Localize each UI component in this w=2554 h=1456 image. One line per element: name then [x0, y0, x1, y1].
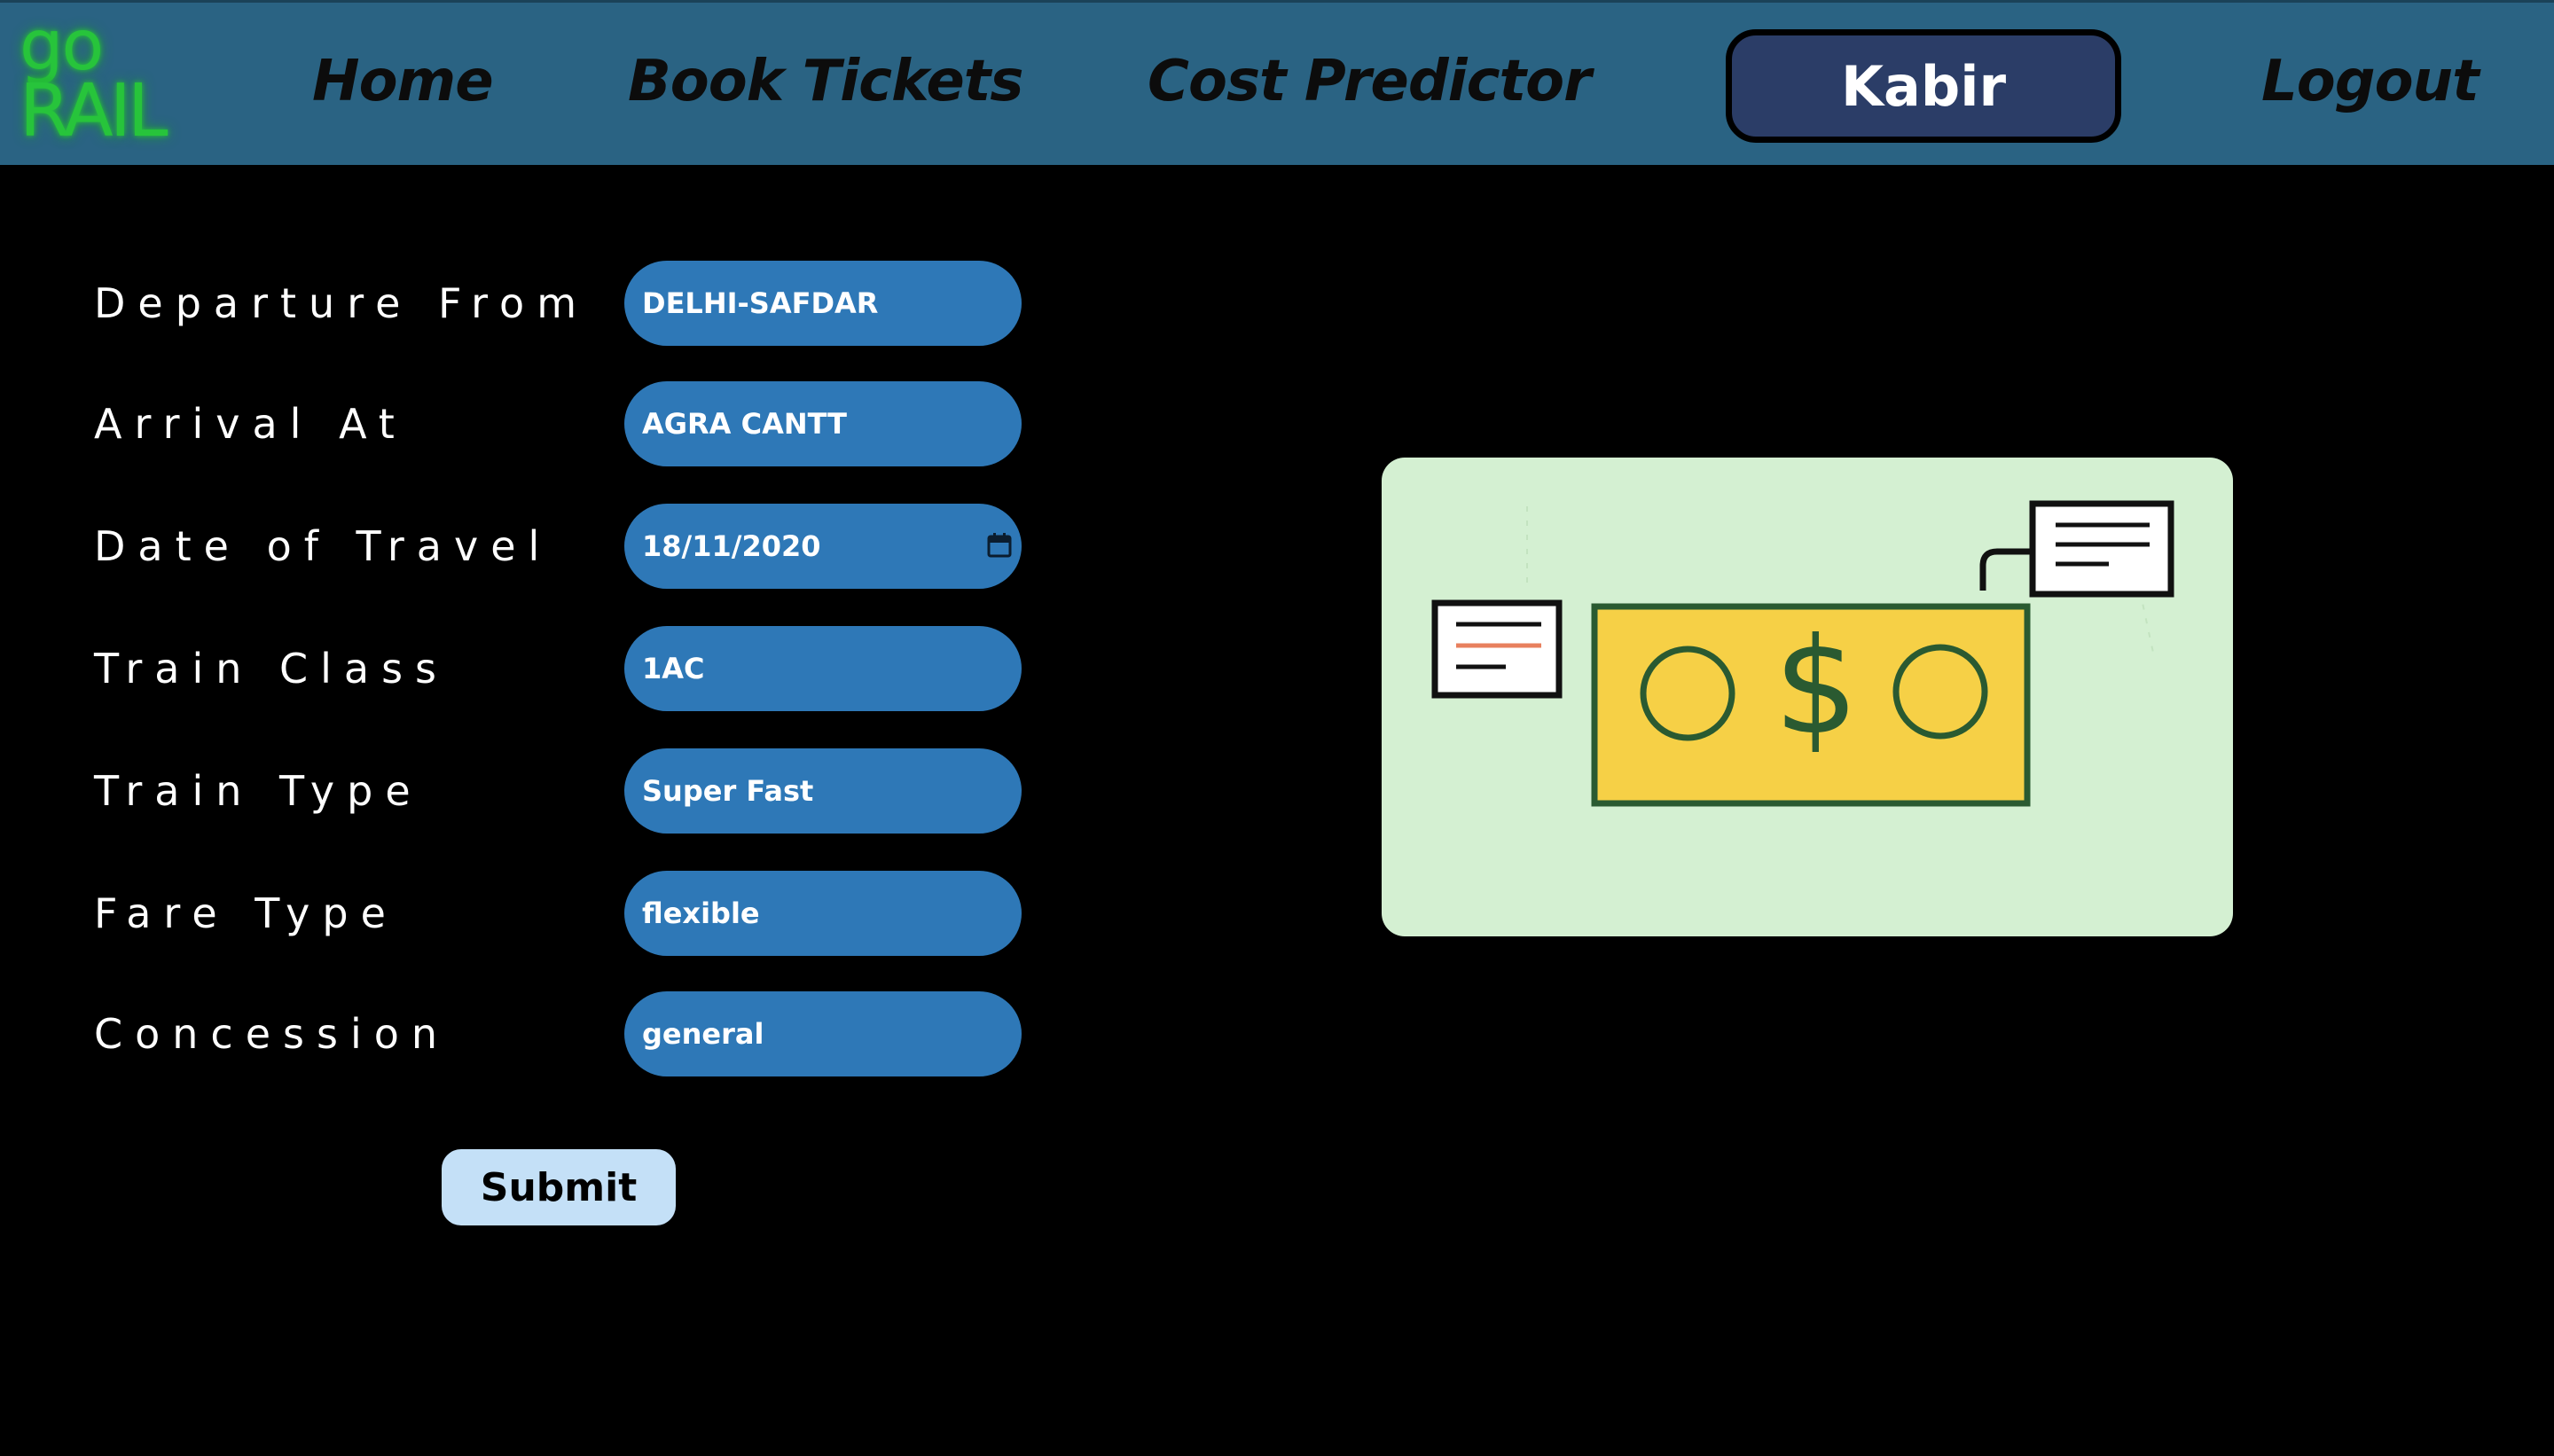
form-row-train-type: Train Type Super Fast [0, 748, 1064, 834]
nav-logout-link[interactable]: Logout [2261, 49, 2480, 114]
user-name: Kabir [1840, 53, 2007, 119]
dollar-bill-icon: $ [1591, 603, 2031, 807]
nav-book-tickets-link[interactable]: Book Tickets [628, 49, 1023, 114]
submit-label: Submit [480, 1164, 638, 1210]
fare-type-label: Fare Type [94, 889, 398, 937]
form-row-arrival: Arrival At AGRA CANTT [0, 381, 1064, 466]
departure-label: Departure From [94, 279, 590, 327]
left-document-icon [1431, 599, 1563, 699]
departure-value: DELHI-SAFDAR [642, 286, 879, 320]
concession-label: Concession [94, 1010, 450, 1058]
date-value: 18/11/2020 [642, 529, 821, 563]
train-class-select[interactable]: 1AC [624, 626, 1022, 711]
submit-button[interactable]: Submit [442, 1149, 676, 1225]
form-row-departure: Departure From DELHI-SAFDAR [0, 261, 1064, 346]
fare-type-value: flexible [642, 896, 760, 930]
form-row-train-class: Train Class 1AC [0, 626, 1064, 711]
cost-illustration: $ [1382, 458, 2233, 936]
calendar-icon[interactable] [986, 532, 1013, 559]
top-navbar: go RAIL Home Book Tickets Cost Predictor… [0, 0, 2554, 165]
concession-select[interactable]: general [624, 991, 1022, 1076]
departure-select[interactable]: DELHI-SAFDAR [624, 261, 1022, 346]
concession-value: general [642, 1017, 764, 1051]
form-row-concession: Concession general [0, 991, 1064, 1076]
train-class-value: 1AC [642, 652, 705, 685]
form-row-fare-type: Fare Type flexible [0, 871, 1064, 956]
right-document-icon [1979, 500, 2174, 598]
logo-text-rail: RAIL [20, 69, 168, 153]
arrival-select[interactable]: AGRA CANTT [624, 381, 1022, 466]
date-label: Date of Travel [94, 522, 552, 570]
train-class-label: Train Class [94, 645, 450, 693]
nav-cost-predictor-link[interactable]: Cost Predictor [1148, 49, 1592, 114]
arrival-value: AGRA CANTT [642, 407, 847, 441]
fare-type-select[interactable]: flexible [624, 871, 1022, 956]
train-type-select[interactable]: Super Fast [624, 748, 1022, 834]
arrival-label: Arrival At [94, 400, 407, 448]
train-type-value: Super Fast [642, 774, 814, 808]
money-bill-illustration: $ [1431, 500, 2174, 807]
gorail-logo[interactable]: go RAIL [20, 12, 168, 153]
date-input[interactable]: 18/11/2020 [624, 504, 1022, 589]
train-type-label: Train Type [94, 767, 423, 815]
form-row-date: Date of Travel 18/11/2020 [0, 504, 1064, 589]
user-profile-button[interactable]: Kabir [1726, 29, 2121, 143]
nav-home-link[interactable]: Home [312, 49, 494, 114]
dollar-symbol: $ [1774, 610, 1858, 764]
